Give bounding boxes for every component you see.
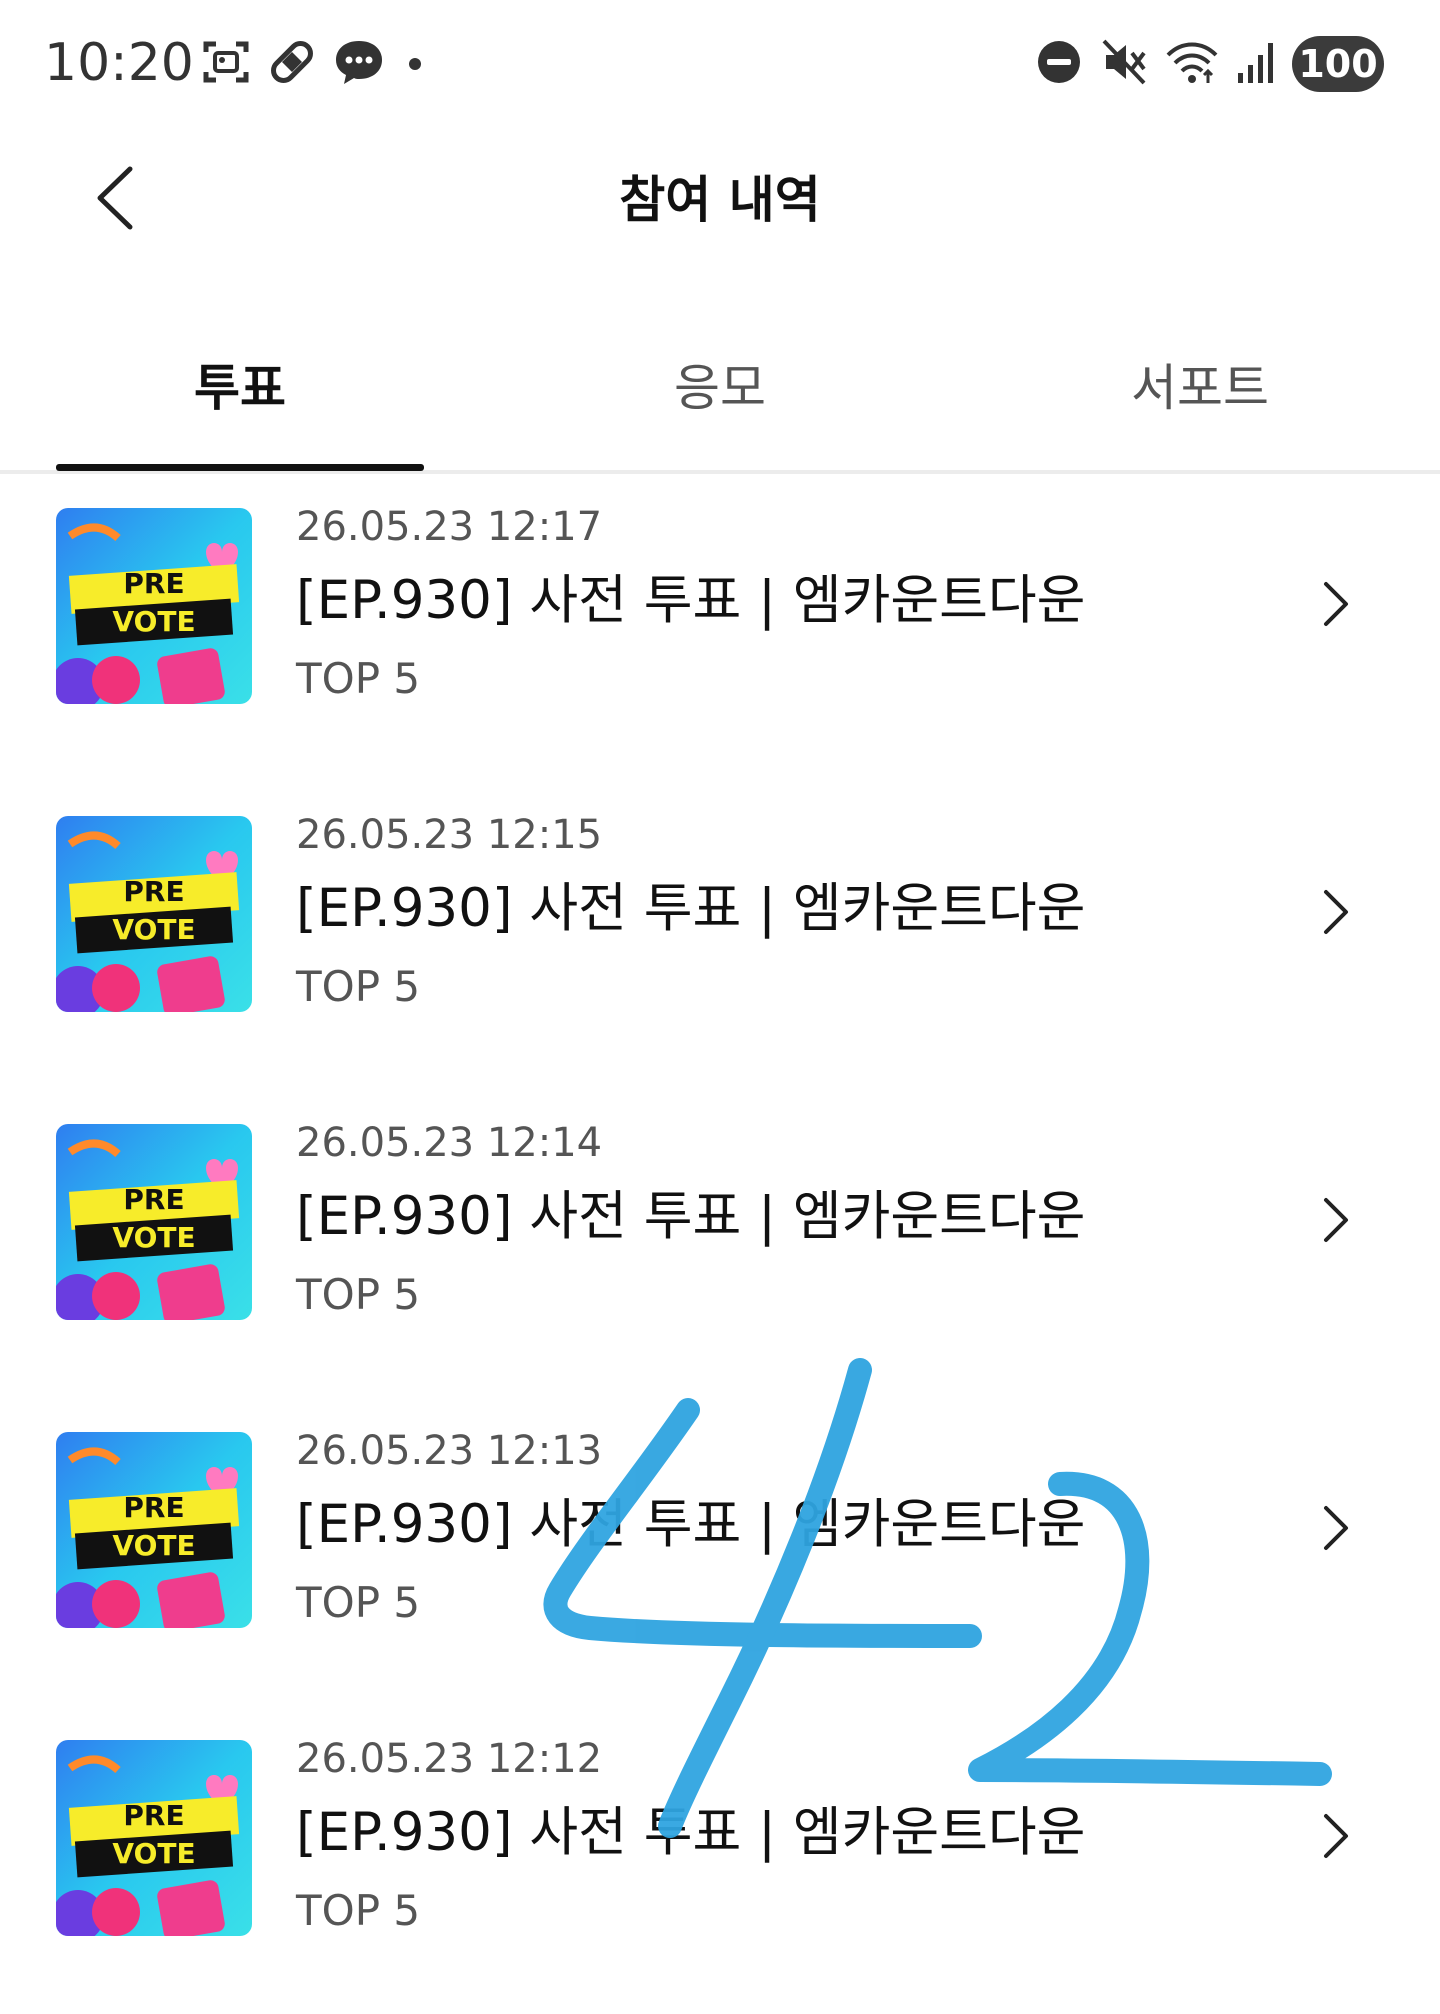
chevron-right-icon <box>1316 1190 1356 1250</box>
item-date: 26.05.23 12:14 <box>296 1120 603 1166</box>
thumb-label-pre: PRE <box>123 1183 185 1216</box>
page-title: 참여 내역 <box>619 171 821 229</box>
list-item[interactable]: PRE VOTE 26.05.23 12:13 [EP.930] 사전 투표 |… <box>0 1398 1440 1706</box>
header: 참여 내역 <box>0 130 1440 270</box>
pre-vote-thumbnail: PRE VOTE <box>56 1740 252 1936</box>
item-subtitle: TOP 5 <box>296 1886 421 1935</box>
chevron-right-icon <box>1316 1806 1356 1866</box>
status-bar: 10:20 100 <box>0 0 1440 130</box>
item-date: 26.05.23 12:13 <box>296 1428 603 1474</box>
pre-vote-thumbnail: PRE VOTE <box>56 1432 252 1628</box>
item-subtitle: TOP 5 <box>296 962 421 1011</box>
thumb-label-pre: PRE <box>123 875 185 908</box>
list-item[interactable]: PRE VOTE 26.05.23 12:15 [EP.930] 사전 투표 |… <box>0 782 1440 1090</box>
thumb-label-vote: VOTE <box>112 1837 196 1870</box>
status-left-icons <box>200 36 430 92</box>
mute-icon <box>1100 37 1148 91</box>
status-right-icons: 100 <box>1034 34 1384 94</box>
thumb-label-vote: VOTE <box>112 913 196 946</box>
pre-vote-thumbnail: PRE VOTE <box>56 508 252 704</box>
chevron-right-icon <box>1316 574 1356 634</box>
item-subtitle: TOP 5 <box>296 1270 421 1319</box>
list-item[interactable]: PRE VOTE 26.05.23 12:12 [EP.930] 사전 투표 |… <box>0 1706 1440 2014</box>
item-subtitle: TOP 5 <box>296 1578 421 1627</box>
battery-indicator: 100 <box>1292 36 1384 92</box>
item-title: [EP.930] 사전 투표 | 엠카운트다운 <box>296 1186 1086 1247</box>
tab-support[interactable]: 서포트 <box>960 348 1440 428</box>
thumb-label-pre: PRE <box>123 1491 185 1524</box>
tab-entry[interactable]: 응모 <box>480 348 960 428</box>
chevron-right-icon <box>1316 882 1356 942</box>
status-time: 10:20 <box>44 33 194 93</box>
item-title: [EP.930] 사전 투표 | 엠카운트다운 <box>296 878 1086 939</box>
do-not-disturb-icon <box>1034 37 1084 91</box>
item-date: 26.05.23 12:17 <box>296 504 603 550</box>
tab-vote[interactable]: 투표 <box>0 348 480 428</box>
wifi-icon <box>1164 37 1220 91</box>
item-title: [EP.930] 사전 투표 | 엠카운트다운 <box>296 1802 1086 1863</box>
chat-bubble-icon <box>332 36 386 92</box>
list-item[interactable]: PRE VOTE 26.05.23 12:14 [EP.930] 사전 투표 |… <box>0 1090 1440 1398</box>
item-title: [EP.930] 사전 투표 | 엠카운트다운 <box>296 570 1086 631</box>
dot-icon <box>400 36 430 92</box>
list-item[interactable]: PRE VOTE 26.05.23 12:17 [EP.930] 사전 투표 |… <box>0 474 1440 782</box>
pill-icon <box>266 36 318 92</box>
item-subtitle: TOP 5 <box>296 654 421 703</box>
thumb-label-vote: VOTE <box>112 605 196 638</box>
item-title: [EP.930] 사전 투표 | 엠카운트다운 <box>296 1494 1086 1555</box>
thumb-label-pre: PRE <box>123 567 185 600</box>
chevron-right-icon <box>1316 1498 1356 1558</box>
screenshot-icon <box>200 36 252 92</box>
tab-bar: 투표 응모 서포트 <box>0 330 1440 474</box>
thumb-label-pre: PRE <box>123 1799 185 1832</box>
thumb-label-vote: VOTE <box>112 1529 196 1562</box>
active-tab-indicator <box>56 464 424 471</box>
pre-vote-thumbnail: PRE VOTE <box>56 1124 252 1320</box>
item-date: 26.05.23 12:15 <box>296 812 603 858</box>
item-date: 26.05.23 12:12 <box>296 1736 603 1782</box>
signal-icon <box>1236 37 1276 91</box>
pre-vote-thumbnail: PRE VOTE <box>56 816 252 1012</box>
thumb-label-vote: VOTE <box>112 1221 196 1254</box>
